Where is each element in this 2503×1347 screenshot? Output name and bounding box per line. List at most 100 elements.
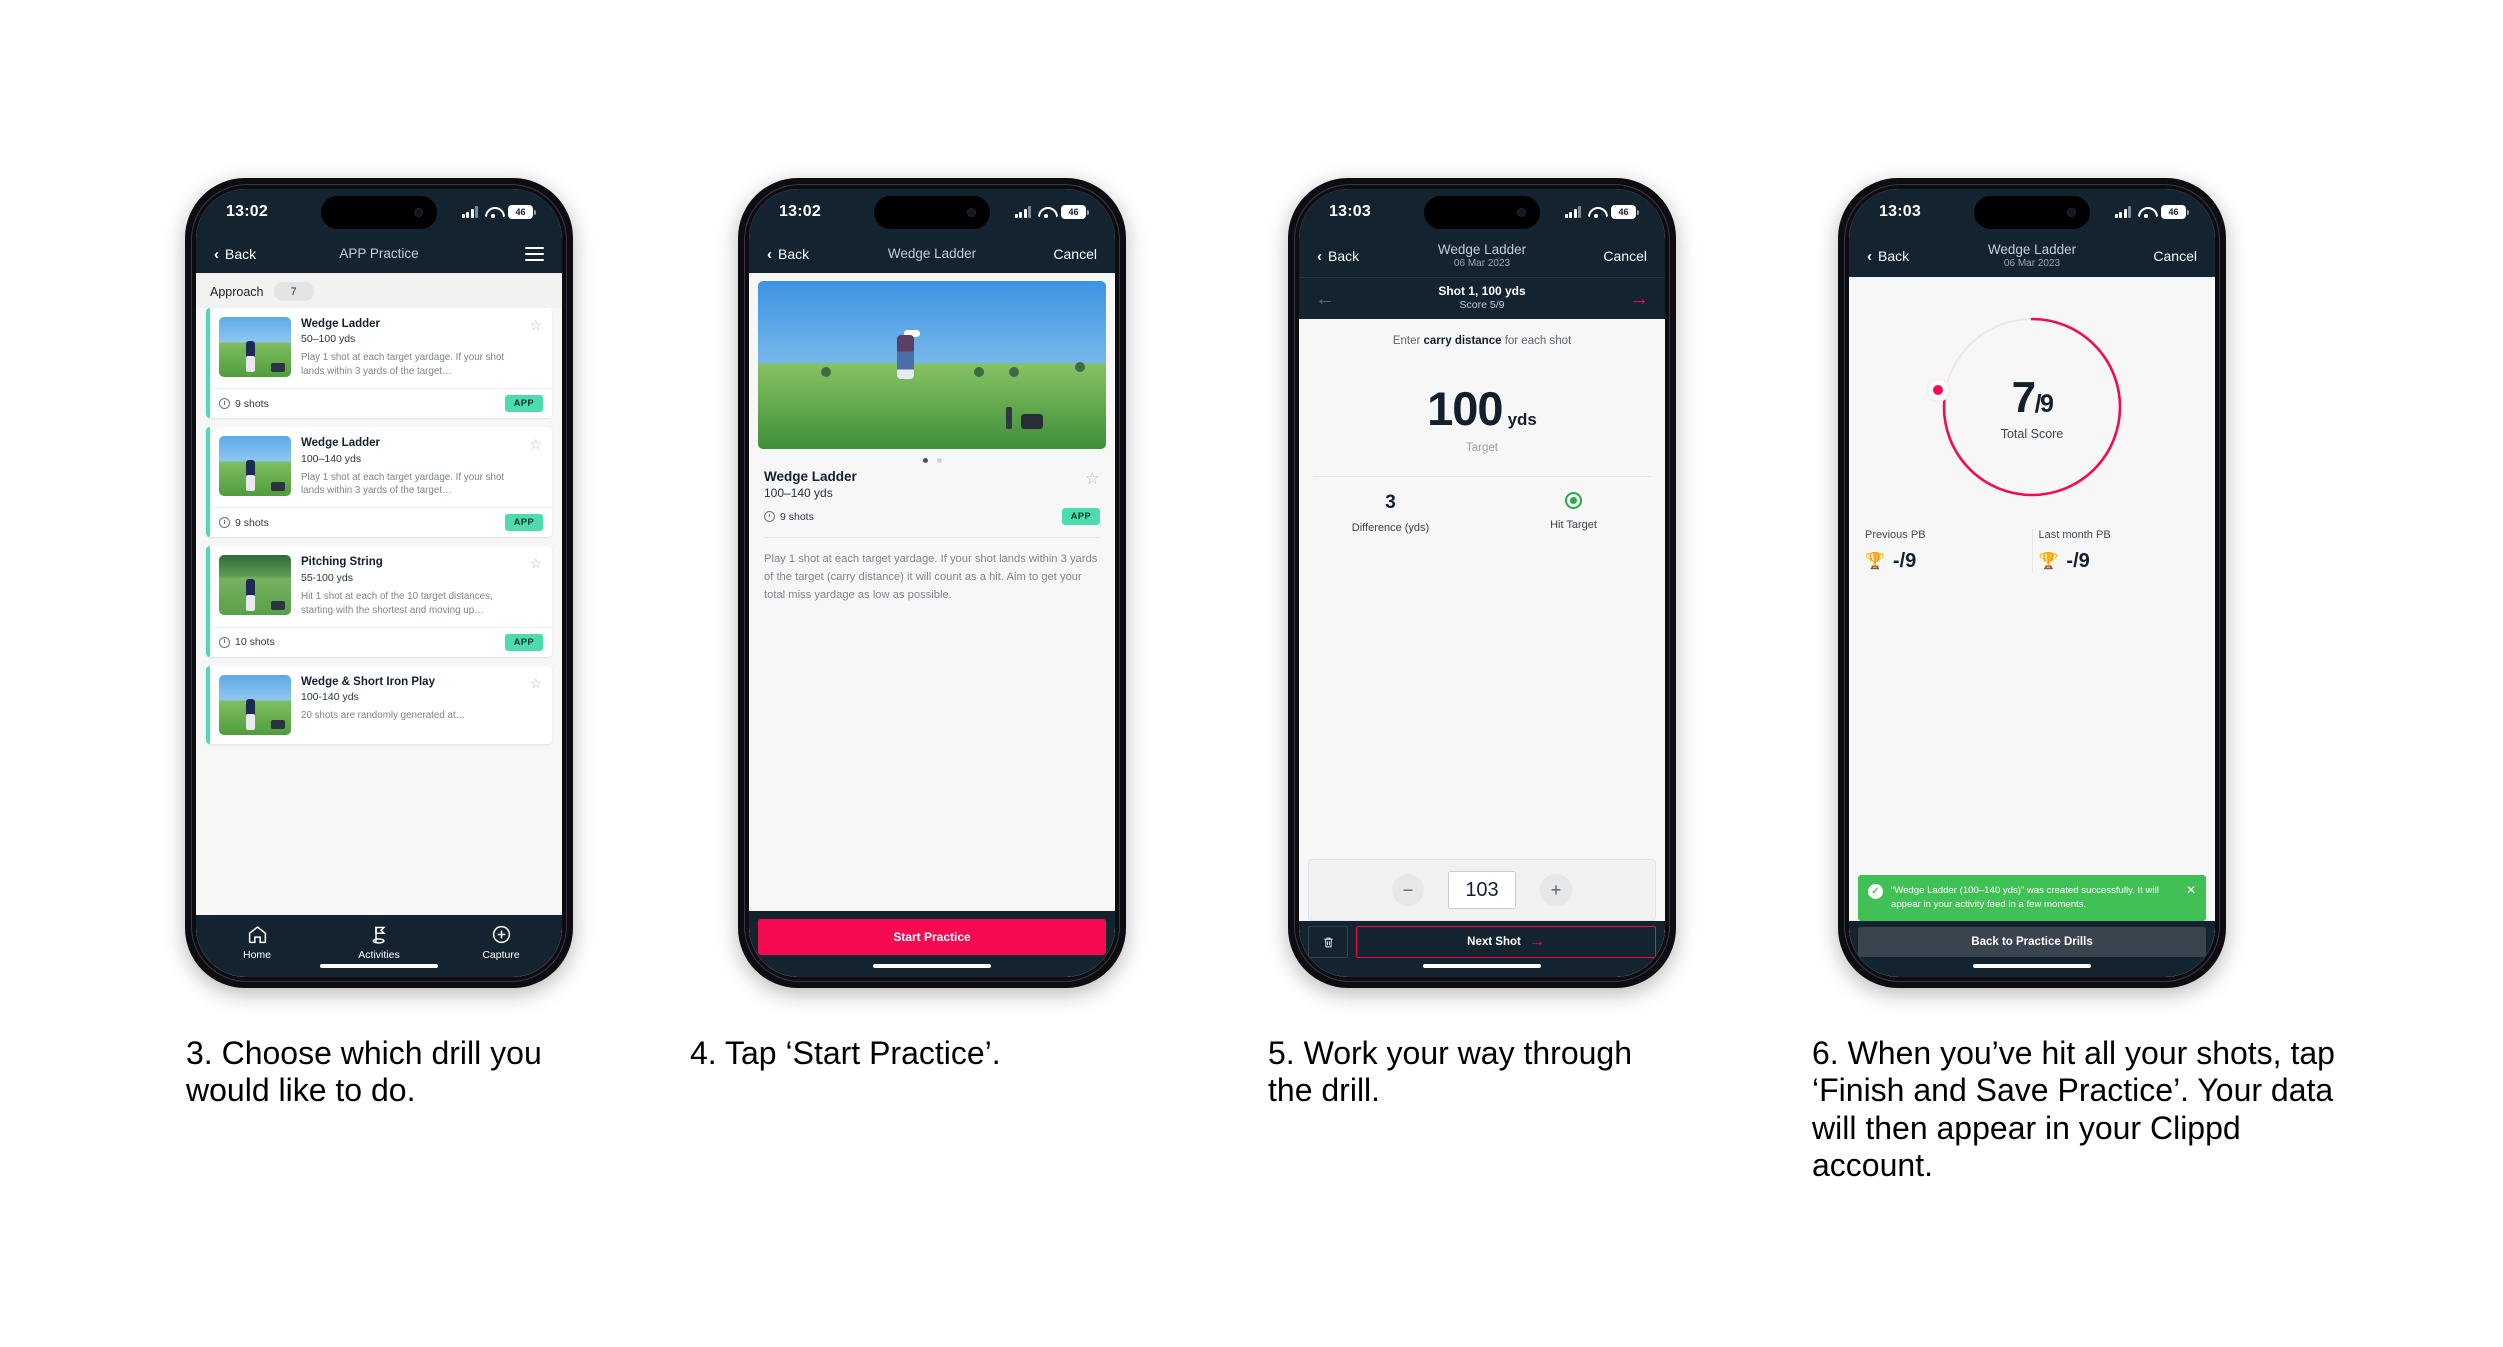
- back-button[interactable]: ‹ Back: [214, 246, 256, 262]
- gauge-knob-icon: [1928, 380, 1948, 401]
- hit-target-label: Hit Target: [1550, 519, 1597, 531]
- next-shot-button[interactable]: Next Shot →: [1356, 926, 1656, 958]
- tab-capture-label: Capture: [482, 949, 520, 961]
- wifi-icon: [1588, 206, 1604, 218]
- phone3-footer: Next Shot →: [1299, 921, 1665, 977]
- trophy-icon: 🏆: [1865, 552, 1885, 570]
- phone-mockup-2: 13:02 46 ‹ Back Wedge Ladder Cancel Wedg…: [738, 178, 1126, 988]
- clock-icon: [219, 398, 230, 410]
- carousel-dots[interactable]: [749, 449, 1115, 468]
- shot-navigator: ← Shot 1, 100 yds Score 5/9 →: [1299, 277, 1665, 319]
- back-button[interactable]: ‹ Back: [1317, 248, 1359, 264]
- shot-stats: 3 Difference (yds) Hit Target: [1299, 492, 1665, 534]
- filter-row: Approach 7: [196, 273, 562, 308]
- start-practice-button[interactable]: Start Practice: [758, 919, 1106, 955]
- tab-capture[interactable]: Capture: [440, 924, 562, 961]
- status-time: 13:03: [1879, 203, 1921, 220]
- home-icon: [248, 926, 266, 944]
- back-to-practice-drills-button[interactable]: Back to Practice Drills: [1858, 927, 2206, 957]
- filter-label: Approach: [210, 284, 264, 299]
- drill-title: Pitching String: [301, 556, 383, 569]
- carousel-dot[interactable]: [936, 458, 942, 463]
- arrow-left-icon[interactable]: ←: [1315, 289, 1335, 309]
- entry-hint: Enter carry distance for each shot: [1299, 319, 1665, 347]
- phone4-footer: Back to Practice Drills: [1849, 921, 2215, 977]
- quantity-stepper: − 103 +: [1308, 859, 1656, 921]
- phone2-status-bar: 13:02 46: [749, 189, 1115, 235]
- clock-icon: [219, 517, 230, 529]
- drill-description: Hit 1 shot at each of the 10 target dist…: [301, 590, 493, 616]
- tab-activities[interactable]: Activities: [318, 924, 440, 961]
- home-indicator: [873, 963, 991, 968]
- cancel-button[interactable]: Cancel: [2153, 248, 2197, 264]
- cellular-signal-icon: [1564, 206, 1581, 218]
- battery-nub-icon: [534, 209, 536, 215]
- stepper-increment-button[interactable]: +: [1540, 874, 1572, 906]
- drill-shots: 9 shots: [219, 398, 269, 410]
- list-item[interactable]: Pitching String 55-100 yds Hit 1 shot at…: [206, 546, 552, 657]
- star-icon[interactable]: ☆: [1085, 470, 1100, 487]
- drill-shots-label: 10 shots: [235, 636, 275, 649]
- clock-icon: [764, 511, 775, 522]
- back-button[interactable]: ‹ Back: [1867, 248, 1909, 264]
- tab-home[interactable]: Home: [196, 924, 318, 961]
- hint-prefix: Enter: [1392, 335, 1424, 347]
- drill-shots-label: 9 shots: [235, 397, 269, 410]
- cancel-button[interactable]: Cancel: [1603, 248, 1647, 264]
- list-item[interactable]: Wedge & Short Iron Play 100-140 yds 20 s…: [206, 665, 552, 744]
- close-icon[interactable]: ✕: [2186, 884, 2196, 896]
- star-icon[interactable]: ☆: [529, 318, 542, 379]
- star-icon[interactable]: ☆: [529, 437, 542, 498]
- back-button[interactable]: ‹ Back: [767, 246, 809, 262]
- status-time: 13:02: [779, 203, 821, 220]
- hamburger-icon[interactable]: [525, 247, 544, 261]
- last-month-pb-label: Last month PB: [2038, 529, 2111, 541]
- phone2-nav-bar: ‹ Back Wedge Ladder Cancel: [749, 235, 1115, 273]
- stepper-decrement-button[interactable]: −: [1392, 874, 1424, 906]
- phone-mockup-1: 13:02 46 ‹ Back APP Practice Approach 7 …: [185, 178, 573, 988]
- drill-yardage: 55-100 yds: [301, 571, 353, 584]
- battery-level: 46: [1061, 205, 1086, 219]
- score-numerator: 7: [2011, 373, 2036, 422]
- list-item[interactable]: Wedge Ladder 100–140 yds Play 1 shot at …: [206, 427, 552, 538]
- phone4-body: 7/9 Total Score Previous PB 🏆 -/9 Last m…: [1849, 277, 2215, 977]
- arrow-right-icon[interactable]: →: [1629, 289, 1649, 309]
- phone-mockup-4: 13:03 46 ‹ Back Wedge Ladder 06 Mar 2023…: [1838, 178, 2226, 988]
- score-denominator: 9: [2040, 390, 2054, 418]
- battery-level: 46: [508, 205, 533, 219]
- status-time: 13:02: [226, 203, 268, 220]
- drill-title: Wedge & Short Iron Play: [301, 675, 435, 688]
- status-time: 13:03: [1329, 203, 1371, 220]
- difference-value: 3: [1385, 492, 1396, 513]
- phone1-nav-bar: ‹ Back APP Practice: [196, 235, 562, 273]
- star-icon[interactable]: ☆: [529, 676, 542, 735]
- wifi-icon: [1038, 206, 1054, 218]
- status-badge: APP: [504, 395, 543, 413]
- phone1-body: Approach 7 Wedge Ladder 50–100 yds Play …: [196, 273, 562, 977]
- chevron-left-icon: ‹: [1317, 247, 1322, 265]
- home-indicator: [1423, 963, 1541, 968]
- drill-title: Wedge Ladder: [301, 318, 381, 330]
- caption-step-5: 5. Work your way through the drill.: [1268, 1035, 1633, 1109]
- cancel-button[interactable]: Cancel: [1053, 246, 1097, 262]
- filter-count-badge[interactable]: 7: [273, 282, 314, 301]
- trash-icon[interactable]: [1308, 926, 1348, 958]
- carry-distance-input[interactable]: 103: [1448, 871, 1516, 909]
- previous-pb-label: Previous PB: [1865, 529, 1926, 541]
- drill-meta: Wedge Ladder 100–140 yds ☆ 9 shots APP: [749, 468, 1115, 525]
- target-hit-icon: [1565, 492, 1582, 509]
- tab-activities-label: Activities: [358, 949, 400, 961]
- carousel-dot-active[interactable]: [922, 458, 928, 463]
- wifi-icon: [2138, 206, 2154, 218]
- stat-hit-target: Hit Target: [1482, 492, 1665, 534]
- list-item[interactable]: Wedge Ladder 50–100 yds Play 1 shot at e…: [206, 308, 552, 419]
- star-icon[interactable]: ☆: [529, 556, 542, 617]
- score-gauge-wrap: 7/9 Total Score: [1849, 311, 2215, 503]
- battery-level: 46: [1611, 205, 1636, 219]
- chevron-left-icon: ‹: [767, 245, 772, 263]
- previous-pb-value-row: 🏆 -/9: [1865, 550, 2026, 573]
- status-indicators: 46: [1564, 205, 1639, 219]
- drill-card-top: Wedge Ladder 50–100 yds Play 1 shot at e…: [210, 308, 552, 388]
- drill-shots: 9 shots: [219, 517, 269, 529]
- drill-hero-image[interactable]: [758, 281, 1106, 449]
